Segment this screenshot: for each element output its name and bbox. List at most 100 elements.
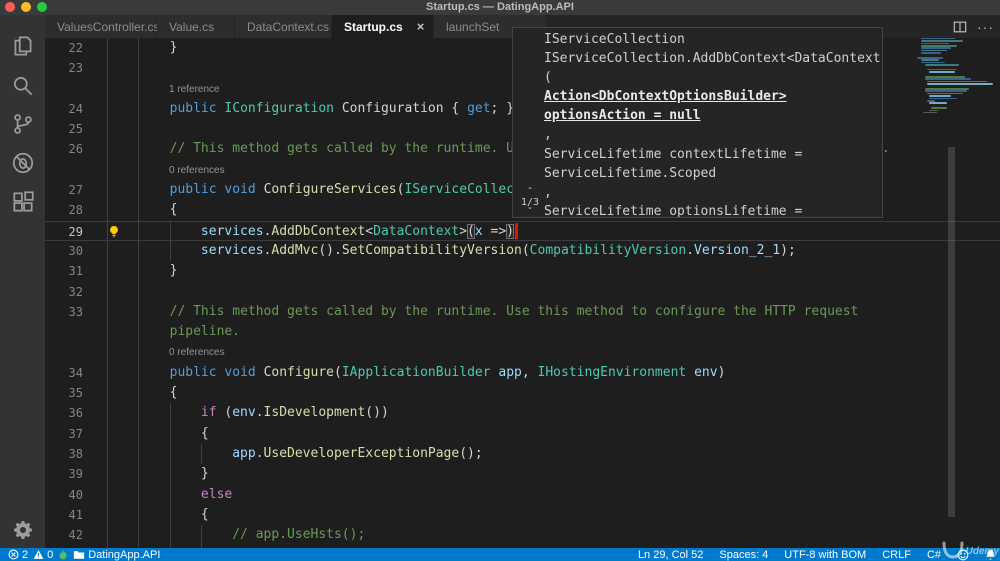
- codelens-references[interactable]: 0 references: [45, 342, 1000, 362]
- status-error[interactable]: 2: [8, 549, 28, 561]
- code-text: }: [107, 466, 209, 482]
- code-text: {: [107, 385, 178, 401]
- code-line-34: 34 public void Configure(IApplicationBui…: [45, 363, 1000, 383]
- tab-label: ValuesController.cs: [57, 19, 160, 34]
- code-line-29: 29 services.AddDbContext<DataContext>(x …: [45, 220, 1000, 241]
- code-text: public IConfiguration Configuration { ge…: [169, 100, 515, 116]
- line-number: 41: [68, 507, 83, 522]
- flame-icon: [58, 549, 68, 561]
- code-text: {: [107, 506, 209, 522]
- line-number: 37: [68, 426, 83, 441]
- signature-line: ,: [544, 127, 552, 143]
- activity-explorer-icon[interactable]: [0, 27, 45, 65]
- code-text: }: [107, 263, 178, 279]
- line-number: 22: [68, 41, 83, 55]
- line-number: 31: [68, 264, 83, 279]
- activity-bar: [0, 15, 45, 548]
- vscode-window: Startup.cs — DatingApp.API ValuesControl…: [0, 0, 1000, 561]
- folder-icon: [73, 549, 85, 560]
- line-number: 29: [68, 224, 83, 239]
- code-text: {: [107, 425, 209, 441]
- signature-line: IServiceCollection: [544, 32, 685, 47]
- code-line-42: 42 // app.UseHsts();: [45, 525, 1000, 545]
- status-text: 0: [47, 548, 54, 561]
- code-line-32: 32: [45, 282, 1000, 302]
- code-text: services.AddMvc().SetCompatibilityVersio…: [200, 242, 796, 258]
- line-number: 27: [68, 183, 83, 198]
- activity-debug-icon[interactable]: [0, 144, 45, 182]
- line-number: 23: [68, 61, 83, 76]
- editor-scrollbar[interactable]: [948, 147, 955, 517]
- activity-source-control-icon[interactable]: [0, 105, 45, 143]
- status-spaces[interactable]: Spaces: 4: [719, 549, 768, 561]
- error-icon: [8, 549, 19, 560]
- status-crlf[interactable]: CRLF: [882, 549, 911, 561]
- title-bar: Startup.cs — DatingApp.API: [0, 0, 1000, 15]
- parameter-hints-pager[interactable]: ˆ 1/3 ˇ: [518, 188, 542, 218]
- line-number: 25: [68, 122, 83, 137]
- status-c[interactable]: C#: [927, 549, 941, 561]
- line-number: 39: [68, 467, 83, 482]
- code-line-36: 36 if (env.IsDevelopment()): [45, 403, 1000, 423]
- code-text: {: [107, 202, 178, 218]
- code-text: app.UseDeveloperExceptionPage();: [232, 445, 483, 461]
- active-parameter: optionsAction = null: [544, 108, 701, 124]
- tab-valuescontroller-cs[interactable]: ValuesController.cs: [45, 15, 160, 38]
- status-folder[interactable]: DatingApp.API: [73, 549, 160, 561]
- code-line-41: 41 {: [45, 505, 1000, 525]
- more-actions-icon[interactable]: ···: [977, 19, 994, 35]
- status-utf8[interactable]: UTF-8 with BOM: [784, 549, 866, 561]
- code-line-33: 33 // This method gets called by the run…: [45, 302, 1000, 322]
- parameter-hints-popup: ˆ 1/3 ˇ IServiceCollection IServiceCollec…: [512, 27, 883, 218]
- code-line-30: 30 services.AddMvc().SetCompatibilityVer…: [45, 241, 1000, 261]
- split-editor-icon[interactable]: [953, 20, 967, 34]
- activity-settings-icon[interactable]: [0, 511, 45, 549]
- notifications-bell-icon[interactable]: [985, 549, 996, 561]
- signature-line: (: [544, 70, 552, 86]
- signature-line: IServiceCollection.AddDbContext<DataCont…: [544, 51, 881, 67]
- code-line-38: 38 app.UseDeveloperExceptionPage();: [45, 444, 1000, 464]
- code-line-40: 40 else: [45, 485, 1000, 505]
- signature-line: ,: [544, 184, 552, 200]
- line-number: 33: [68, 304, 83, 319]
- activity-extensions-icon[interactable]: [0, 183, 45, 221]
- status-bar-right: Ln 29, Col 52 Spaces: 4 UTF-8 with BOM CRLF…: [638, 549, 1000, 561]
- signature-text: IServiceCollection IServiceCollection.Add…: [544, 30, 881, 217]
- window-title: Startup.cs — DatingApp.API: [426, 1, 574, 13]
- signature-line: ServiceLifetime.Scoped: [544, 165, 717, 181]
- status-flame[interactable]: [58, 549, 68, 561]
- warning-icon: [33, 549, 44, 560]
- active-parameter: Action<DbContextOptionsBuilder>: [544, 89, 787, 105]
- line-number: 34: [68, 365, 83, 380]
- line-number: [45, 322, 107, 342]
- line-number: 42: [68, 528, 83, 543]
- code-text: if (env.IsDevelopment()): [200, 405, 389, 421]
- tab-datacontext-cs[interactable]: DataContext.cs: [235, 15, 332, 38]
- code-text: // app.UseHsts();: [232, 527, 366, 543]
- status-text: DatingApp.API: [88, 548, 161, 561]
- status-text: 2: [22, 548, 29, 561]
- feedback-smiley-icon[interactable]: [957, 549, 969, 561]
- signature-line: ServiceLifetime contextLifetime =: [544, 146, 803, 162]
- tab-startup-cs[interactable]: Startup.cs ×: [332, 15, 434, 38]
- line-number: 28: [68, 203, 83, 218]
- code-line-39: 39 }: [45, 464, 1000, 484]
- status-ln[interactable]: Ln 29, Col 52: [638, 549, 703, 561]
- tab-close-icon[interactable]: ×: [417, 19, 425, 34]
- tab-value-cs[interactable]: Value.cs: [157, 15, 235, 38]
- line-number: 38: [68, 446, 83, 461]
- pager-down-icon[interactable]: ˇ: [518, 208, 542, 218]
- code-text: public void Configure(IApplicationBuilde…: [169, 364, 726, 380]
- activity-search-icon[interactable]: [0, 67, 45, 105]
- code-line-wrap: pipeline.: [45, 322, 1000, 342]
- tab-label: Startup.cs: [344, 19, 403, 34]
- editor-actions: ···: [953, 15, 998, 38]
- code-line-37: 37 {: [45, 424, 1000, 444]
- code-line-35: 35 {: [45, 383, 1000, 403]
- status-warning[interactable]: 0: [33, 549, 53, 561]
- code-text: else: [200, 486, 233, 502]
- line-number: 32: [68, 284, 83, 299]
- status-bar: 2 0 DatingApp.API Ln 29, Col 52 Spaces: 4 UT…: [0, 548, 1000, 561]
- code-line-31: 31 }: [45, 261, 1000, 281]
- code-text: services.AddDbContext<DataContext>(x =>): [107, 222, 519, 240]
